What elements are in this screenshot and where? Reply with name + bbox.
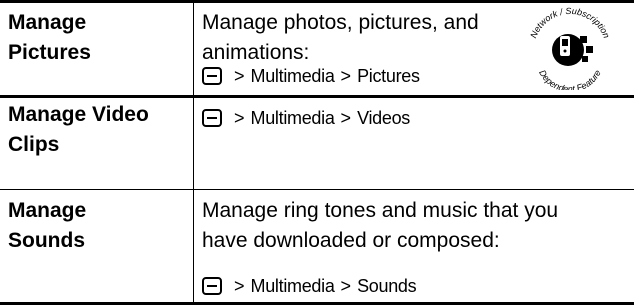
feature-description: Manage photos, pictures, and animations: [202,8,479,68]
path-separator: > [340,276,352,296]
menu-key-icon [202,109,222,127]
path-item: Multimedia [250,66,335,86]
row-divider [0,95,634,98]
path-item: Sounds [357,276,417,296]
column-divider [193,189,194,302]
feature-name-line: Manage [8,199,87,222]
table-top-border [0,0,634,3]
phone-network-icon [552,34,593,66]
path-item: Multimedia [250,108,335,128]
path-item: Multimedia [250,276,335,296]
feature-description: Manage ring tones and music that you hav… [202,196,558,256]
path-item: Videos [357,108,410,128]
path-separator: > [234,276,245,296]
path-item: Pictures [357,66,420,86]
feature-name-pictures: Manage Pictures [8,8,91,68]
feature-name-line: Manage [8,11,87,34]
feature-name-line: Pictures [8,41,91,64]
column-divider [193,95,194,189]
description-line: have downloaded or composed: [202,229,500,252]
menu-path: > Multimedia > Videos [202,106,410,130]
menu-key-icon [202,67,222,85]
feature-name-video-clips: Manage Video Clips [8,100,149,160]
menu-path: > Multimedia > Pictures [202,64,420,88]
description-line: Manage photos, pictures, and [202,11,479,34]
feature-name-line: Sounds [8,229,85,252]
svg-text:Dependent Feature: Dependent Feature [537,68,603,90]
feature-name-line: Manage Video [8,103,149,126]
path-separator: > [234,66,245,86]
path-separator: > [340,66,352,86]
menu-key-icon [202,277,222,295]
menu-path: > Multimedia > Sounds [202,274,417,298]
row-divider [0,189,634,190]
network-subscription-badge: Network / Subscription Dependent Feature [528,6,611,90]
path-separator: > [234,108,245,128]
column-divider [193,0,194,95]
path-separator: > [340,108,352,128]
description-line: Manage ring tones and music that you [202,199,559,222]
feature-name-sounds: Manage Sounds [8,196,86,256]
feature-name-line: Clips [8,133,60,156]
